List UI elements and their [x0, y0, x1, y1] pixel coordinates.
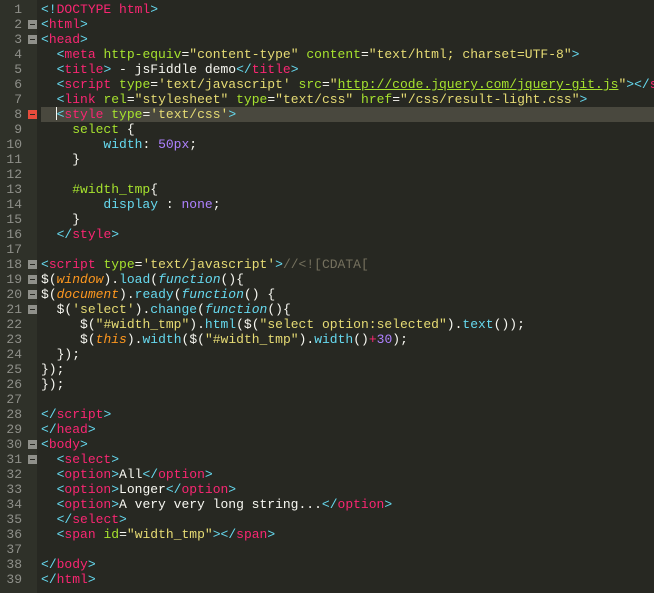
code-line[interactable]: #width_tmp{ — [41, 182, 654, 197]
code-line[interactable]: <option>Longer</option> — [41, 482, 654, 497]
code-line[interactable]: <option>A very very long string...</opti… — [41, 497, 654, 512]
line-number: 20 — [4, 287, 22, 302]
code-line-active[interactable]: <style type='text/css'> — [41, 107, 654, 122]
code-line[interactable]: <html> — [41, 17, 654, 32]
line-number: 34 — [4, 497, 22, 512]
line-number: 12 — [4, 167, 22, 182]
code-line[interactable]: <body> — [41, 437, 654, 452]
code-line[interactable] — [41, 542, 654, 557]
line-number: 28 — [4, 407, 22, 422]
code-line[interactable]: <script type='text/javascript'>//<![CDAT… — [41, 257, 654, 272]
line-number: 8 — [4, 107, 22, 122]
code-line[interactable]: $(window).load(function(){ — [41, 272, 654, 287]
fold-icon[interactable] — [28, 290, 37, 299]
code-line[interactable]: </body> — [41, 557, 654, 572]
code-line[interactable]: </script> — [41, 407, 654, 422]
line-number: 39 — [4, 572, 22, 587]
line-number: 19 — [4, 272, 22, 287]
code-line[interactable]: $('select').change(function(){ — [41, 302, 654, 317]
line-number: 35 — [4, 512, 22, 527]
code-line[interactable] — [41, 167, 654, 182]
line-number: 16 — [4, 227, 22, 242]
code-line[interactable]: <option>All</option> — [41, 467, 654, 482]
code-line[interactable]: <meta http-equiv="content-type" content=… — [41, 47, 654, 62]
line-number: 36 — [4, 527, 22, 542]
line-number: 27 — [4, 392, 22, 407]
fold-icon[interactable] — [28, 35, 37, 44]
code-line[interactable]: </head> — [41, 422, 654, 437]
code-editor[interactable]: 1 2 3 4 5 6 7 8 9 10 11 12 13 14 15 16 1… — [0, 0, 654, 593]
line-number: 2 — [4, 17, 22, 32]
code-line[interactable]: <title> - jsFiddle demo</title> — [41, 62, 654, 77]
code-line[interactable] — [41, 392, 654, 407]
code-line[interactable]: <script type='text/javascript' src="http… — [41, 77, 654, 92]
line-number: 30 — [4, 437, 22, 452]
line-number: 7 — [4, 92, 22, 107]
line-number: 29 — [4, 422, 22, 437]
line-number: 38 — [4, 557, 22, 572]
line-number: 1 — [4, 2, 22, 17]
line-number: 4 — [4, 47, 22, 62]
code-line[interactable]: $(this).width($("#width_tmp").width()+30… — [41, 332, 654, 347]
line-number: 17 — [4, 242, 22, 257]
fold-icon[interactable] — [28, 20, 37, 29]
line-number: 22 — [4, 317, 22, 332]
line-number: 21 — [4, 302, 22, 317]
line-number-gutter: 1 2 3 4 5 6 7 8 9 10 11 12 13 14 15 16 1… — [0, 0, 28, 593]
line-number: 11 — [4, 152, 22, 167]
code-line[interactable]: <head> — [41, 32, 654, 47]
line-number: 3 — [4, 32, 22, 47]
line-number: 5 — [4, 62, 22, 77]
code-line[interactable]: <span id="width_tmp"></span> — [41, 527, 654, 542]
line-number: 26 — [4, 377, 22, 392]
code-line[interactable]: $("#width_tmp").html($("select option:se… — [41, 317, 654, 332]
fold-icon[interactable] — [28, 275, 37, 284]
fold-icon[interactable] — [28, 260, 37, 269]
line-number: 33 — [4, 482, 22, 497]
line-number: 6 — [4, 77, 22, 92]
line-number: 10 — [4, 137, 22, 152]
line-number: 31 — [4, 452, 22, 467]
line-number: 32 — [4, 467, 22, 482]
line-number: 24 — [4, 347, 22, 362]
code-line[interactable]: width: 50px; — [41, 137, 654, 152]
code-line[interactable]: <select> — [41, 452, 654, 467]
code-line[interactable]: $(document).ready(function() { — [41, 287, 654, 302]
fold-icon[interactable] — [28, 455, 37, 464]
code-line[interactable]: <!DOCTYPE html> — [41, 2, 654, 17]
line-number: 18 — [4, 257, 22, 272]
code-line[interactable]: }); — [41, 347, 654, 362]
fold-icon[interactable] — [28, 305, 37, 314]
code-line[interactable]: </html> — [41, 572, 654, 587]
fold-icon[interactable] — [28, 440, 37, 449]
line-number: 14 — [4, 197, 22, 212]
code-line[interactable]: } — [41, 212, 654, 227]
fold-icon[interactable] — [28, 110, 37, 119]
code-line[interactable]: </style> — [41, 227, 654, 242]
code-line[interactable] — [41, 242, 654, 257]
line-number: 15 — [4, 212, 22, 227]
line-number: 23 — [4, 332, 22, 347]
code-line[interactable]: } — [41, 152, 654, 167]
code-area[interactable]: <!DOCTYPE html> <html> <head> <meta http… — [37, 0, 654, 593]
code-line[interactable]: display : none; — [41, 197, 654, 212]
code-line[interactable]: }); — [41, 377, 654, 392]
code-line[interactable]: select { — [41, 122, 654, 137]
line-number: 25 — [4, 362, 22, 377]
fold-gutter — [28, 0, 37, 593]
line-number: 13 — [4, 182, 22, 197]
line-number: 37 — [4, 542, 22, 557]
line-number: 9 — [4, 122, 22, 137]
code-line[interactable]: </select> — [41, 512, 654, 527]
code-line[interactable]: }); — [41, 362, 654, 377]
code-line[interactable]: <link rel="stylesheet" type="text/css" h… — [41, 92, 654, 107]
